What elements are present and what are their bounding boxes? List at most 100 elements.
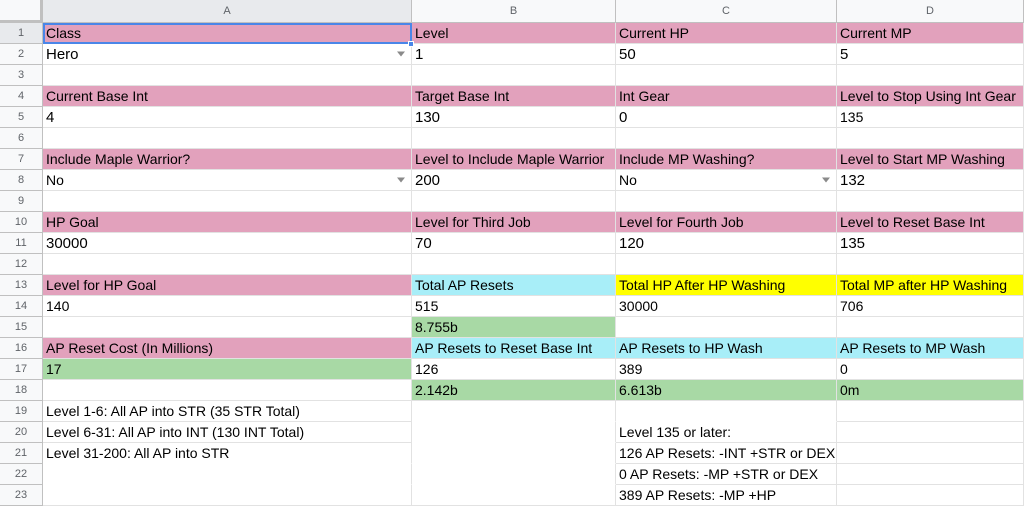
cell-d5[interactable]: 135 [837, 107, 1024, 128]
cell-d23[interactable] [837, 485, 1024, 506]
cell-d20[interactable] [837, 422, 1024, 443]
cell-b3[interactable] [412, 65, 616, 86]
cell-d12[interactable] [837, 254, 1024, 275]
cell-d7[interactable]: Level to Start MP Washing [837, 149, 1024, 170]
row-header-3[interactable]: 3 [0, 65, 43, 86]
cell-b6[interactable] [412, 128, 616, 149]
cell-c11[interactable]: 120 [616, 233, 837, 254]
cell-b5[interactable]: 130 [412, 107, 616, 128]
cell-a9[interactable] [43, 191, 412, 212]
cell-d9[interactable] [837, 191, 1024, 212]
cell-a10[interactable]: HP Goal [43, 212, 412, 233]
cell-d15[interactable] [837, 317, 1024, 338]
column-header-b[interactable]: B [412, 0, 616, 23]
row-header-2[interactable]: 2 [0, 44, 43, 65]
cell-c14[interactable]: 30000 [616, 296, 837, 317]
row-header-18[interactable]: 18 [0, 380, 43, 401]
fill-handle[interactable] [408, 41, 414, 47]
cell-c1[interactable]: Current HP [616, 23, 837, 44]
row-header-14[interactable]: 14 [0, 296, 43, 317]
cell-d4[interactable]: Level to Stop Using Int Gear [837, 86, 1024, 107]
cell-c9[interactable] [616, 191, 837, 212]
cell-b14[interactable]: 515 [412, 296, 616, 317]
cell-a5[interactable]: 4 [43, 107, 412, 128]
cell-b22[interactable] [412, 464, 616, 485]
cell-a8[interactable]: No [43, 170, 412, 191]
cell-a12[interactable] [43, 254, 412, 275]
cell-c17[interactable]: 389 [616, 359, 837, 380]
cell-b1[interactable]: Level [412, 23, 616, 44]
row-header-23[interactable]: 23 [0, 485, 43, 506]
cell-c5[interactable]: 0 [616, 107, 837, 128]
row-header-6[interactable]: 6 [0, 128, 43, 149]
cell-d8[interactable]: 132 [837, 170, 1024, 191]
cell-c19[interactable] [616, 401, 837, 422]
cell-c15[interactable] [616, 317, 837, 338]
cell-d11[interactable]: 135 [837, 233, 1024, 254]
cell-c4[interactable]: Int Gear [616, 86, 837, 107]
cell-d19[interactable] [837, 401, 1024, 422]
cell-a2[interactable]: Hero [43, 44, 412, 65]
row-header-5[interactable]: 5 [0, 107, 43, 128]
cell-b17[interactable]: 126 [412, 359, 616, 380]
row-header-19[interactable]: 19 [0, 401, 43, 422]
row-header-12[interactable]: 12 [0, 254, 43, 275]
cell-a3[interactable] [43, 65, 412, 86]
cell-b19[interactable] [412, 401, 616, 422]
row-header-1[interactable]: 1 [0, 23, 43, 44]
cell-a21[interactable]: Level 31-200: All AP into STR [43, 443, 412, 464]
chevron-down-icon[interactable] [397, 177, 405, 183]
cell-a19[interactable]: Level 1-6: All AP into STR (35 STR Total… [43, 401, 412, 422]
cell-d18[interactable]: 0m [837, 380, 1024, 401]
cell-b11[interactable]: 70 [412, 233, 616, 254]
row-header-13[interactable]: 13 [0, 275, 43, 296]
cell-a7[interactable]: Include Maple Warrior? [43, 149, 412, 170]
column-header-c[interactable]: C [616, 0, 837, 23]
cell-c21[interactable]: 126 AP Resets: -INT +STR or DEX [616, 443, 837, 464]
cell-b8[interactable]: 200 [412, 170, 616, 191]
cell-c22[interactable]: 0 AP Resets: -MP +STR or DEX [616, 464, 837, 485]
chevron-down-icon[interactable] [397, 51, 405, 57]
cell-b16[interactable]: AP Resets to Reset Base Int [412, 338, 616, 359]
cell-a14[interactable]: 140 [43, 296, 412, 317]
cell-a23[interactable] [43, 485, 412, 506]
cell-b15[interactable]: 8.755b [412, 317, 616, 338]
cell-c6[interactable] [616, 128, 837, 149]
cell-c20[interactable]: Level 135 or later: [616, 422, 837, 443]
cell-b20[interactable] [412, 422, 616, 443]
cell-b7[interactable]: Level to Include Maple Warrior [412, 149, 616, 170]
cell-d2[interactable]: 5 [837, 44, 1024, 65]
cell-a17[interactable]: 17 [43, 359, 412, 380]
cell-d13[interactable]: Total MP after HP Washing [837, 275, 1024, 296]
cell-b18[interactable]: 2.142b [412, 380, 616, 401]
row-header-15[interactable]: 15 [0, 317, 43, 338]
column-header-d[interactable]: D [837, 0, 1024, 23]
cell-b23[interactable] [412, 485, 616, 506]
cell-c10[interactable]: Level for Fourth Job [616, 212, 837, 233]
cell-c12[interactable] [616, 254, 837, 275]
cell-b21[interactable] [412, 443, 616, 464]
cell-d22[interactable] [837, 464, 1024, 485]
cell-b9[interactable] [412, 191, 616, 212]
select-all-corner[interactable] [0, 0, 43, 23]
cell-c2[interactable]: 50 [616, 44, 837, 65]
cell-c3[interactable] [616, 65, 837, 86]
cell-c13[interactable]: Total HP After HP Washing [616, 275, 837, 296]
cell-c16[interactable]: AP Resets to HP Wash [616, 338, 837, 359]
cell-c23[interactable]: 389 AP Resets: -MP +HP [616, 485, 837, 506]
cell-d10[interactable]: Level to Reset Base Int [837, 212, 1024, 233]
row-header-20[interactable]: 20 [0, 422, 43, 443]
cell-c7[interactable]: Include MP Washing? [616, 149, 837, 170]
row-header-7[interactable]: 7 [0, 149, 43, 170]
cell-c8[interactable]: No [616, 170, 837, 191]
cell-b12[interactable] [412, 254, 616, 275]
cell-a1[interactable]: Class [43, 23, 412, 44]
row-header-22[interactable]: 22 [0, 464, 43, 485]
cell-d1[interactable]: Current MP [837, 23, 1024, 44]
cell-a20[interactable]: Level 6-31: All AP into INT (130 INT Tot… [43, 422, 412, 443]
cell-a13[interactable]: Level for HP Goal [43, 275, 412, 296]
column-header-a[interactable]: A [43, 0, 412, 23]
row-header-9[interactable]: 9 [0, 191, 43, 212]
cell-a6[interactable] [43, 128, 412, 149]
cell-d14[interactable]: 706 [837, 296, 1024, 317]
